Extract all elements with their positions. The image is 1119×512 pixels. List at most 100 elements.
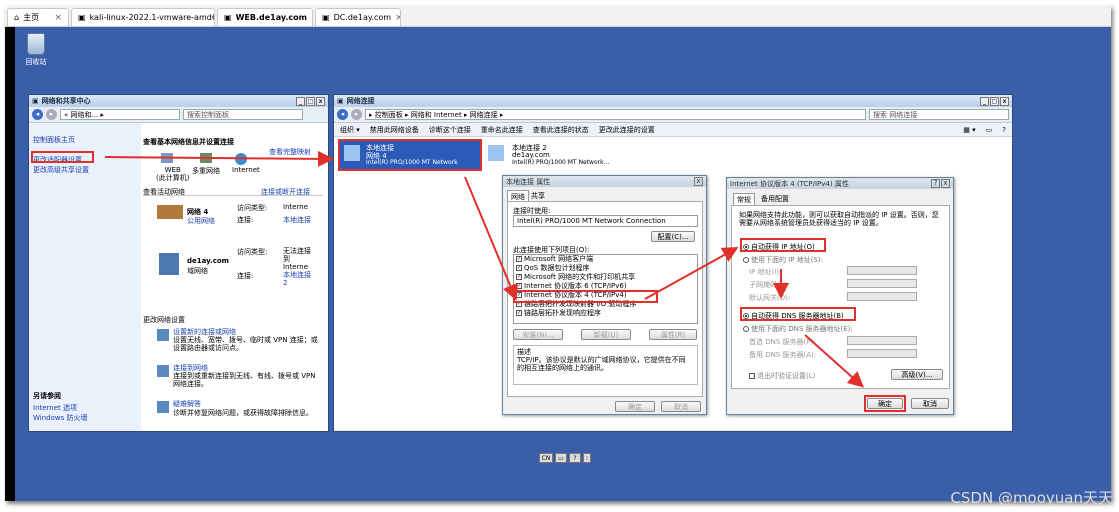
view-options-icon[interactable]: ▦ ▾: [963, 126, 975, 134]
forward-icon[interactable]: ▸: [46, 109, 57, 120]
checkbox[interactable]: [749, 373, 755, 379]
advanced-button[interactable]: 高级(V)...: [891, 369, 943, 380]
bench-icon: [157, 205, 183, 219]
recycle-bin[interactable]: 回收站: [21, 33, 51, 67]
tab-dc[interactable]: ▣ DC.de1ay.com ×: [315, 8, 401, 26]
domain-icon: [159, 253, 179, 275]
cancel-button[interactable]: 取消: [661, 401, 701, 412]
ipv4-dialog: Internet 协议版本 4 (TCP/IPv4) 属性 ? x 常规 备用配…: [726, 177, 954, 415]
gateway-label: 默认网关(D):: [749, 294, 791, 302]
conn-value[interactable]: 本地连接: [283, 215, 311, 225]
properties-button[interactable]: 属性(R): [649, 329, 697, 340]
task-desc: 设置无线、宽带、拨号、临时或 VPN 连接；或设置路由器或访问点。: [173, 336, 318, 352]
firewall-link[interactable]: Windows 防火墙: [33, 413, 87, 423]
language-indicator[interactable]: CN: [539, 453, 553, 463]
manual-dns-radio[interactable]: 使用下面的 DNS 服务器地址(E):: [743, 324, 853, 334]
radio[interactable]: [743, 326, 749, 332]
validate-checkbox[interactable]: 退出时验证设置(L): [749, 371, 815, 381]
search-input[interactable]: 搜索 网络连接: [869, 109, 1009, 120]
ip-address-label: IP 地址(I):: [749, 268, 782, 276]
toolbar-organize[interactable]: 组织 ▾: [340, 125, 360, 135]
map-node-web: WEB (此计算机): [156, 166, 190, 182]
close-icon[interactable]: x: [941, 179, 950, 188]
change-settings-heading: 更改网络设置: [143, 316, 185, 324]
sidebar-item-home[interactable]: 控制面板主页: [33, 135, 75, 145]
gateway-field[interactable]: [847, 292, 917, 301]
see-also-heading: 另请参阅: [33, 392, 61, 400]
vm-icon: ▣: [224, 13, 232, 22]
toolbar-change[interactable]: 更改此连接的设置: [599, 125, 655, 135]
forward-icon[interactable]: ▸: [351, 109, 362, 120]
options-icon[interactable]: ⁝: [583, 453, 591, 463]
minimize-icon[interactable]: _: [296, 96, 305, 106]
network-icon: ▣: [32, 97, 39, 105]
close-icon[interactable]: ×: [54, 13, 62, 23]
toolbar-diagnose[interactable]: 诊断这个连接: [429, 125, 471, 135]
adapter-local-2[interactable]: 本地连接 2 de1ay.com Intel(R) PRO/1000 MT Ne…: [484, 141, 634, 169]
checkbox[interactable]: ✓: [516, 283, 522, 289]
conn-label: 连接:: [237, 272, 254, 280]
tab-kali[interactable]: ▣ kali-linux-2022.1-vmware-amd64 ×: [71, 8, 215, 26]
tab-alternate[interactable]: 备用配置: [761, 194, 789, 204]
network-type: 域网络: [187, 267, 208, 275]
subnet-field[interactable]: [847, 279, 917, 288]
tab-web[interactable]: ▣ WEB.de1ay.com ×: [217, 8, 313, 26]
globe-icon: [235, 153, 247, 165]
conn-value[interactable]: 本地连接 2: [283, 271, 313, 287]
close-icon[interactable]: x: [694, 177, 703, 186]
toolbar-disable[interactable]: 禁用此网络设备: [370, 125, 419, 135]
manual-ip-radio[interactable]: 使用下面的 IP 地址(S):: [743, 255, 823, 265]
back-icon[interactable]: ◂: [337, 109, 348, 120]
keyboard-icon[interactable]: ▭: [555, 453, 567, 463]
ip-address-field[interactable]: [847, 266, 917, 275]
dialog-body: 网络 共享 连接时使用: Intel(R) PRO/1000 MT Networ…: [503, 187, 706, 415]
address-field[interactable]: ▸ 控制面板 ▸ 网络和 Internet ▸ 网络连接 ▸: [365, 109, 866, 120]
network-type[interactable]: 公用网络: [187, 216, 215, 226]
checkbox[interactable]: ✓: [516, 274, 522, 280]
list-item[interactable]: ✓ QoS 数据包计划程序: [514, 264, 697, 273]
minimize-icon[interactable]: _: [980, 96, 989, 106]
alternate-dns-field[interactable]: [847, 349, 917, 358]
ok-button[interactable]: 确定: [615, 401, 655, 412]
full-map-link[interactable]: 查看完整映射: [269, 147, 311, 157]
close-icon[interactable]: ×: [395, 13, 400, 23]
configure-button[interactable]: 配置(C)...: [651, 231, 695, 242]
list-item[interactable]: ✓ Microsoft 网络的文件和打印机共享: [514, 273, 697, 282]
help-icon[interactable]: ?: [931, 179, 940, 188]
task-desc: 诊断并修复网络问题，或获得故障排除信息。: [173, 409, 313, 417]
sidebar-item-sharing[interactable]: 更改高级共享设置: [33, 165, 89, 175]
uninstall-button[interactable]: 卸载(U): [581, 329, 631, 340]
preview-icon[interactable]: ▭: [986, 126, 993, 134]
back-icon[interactable]: ◂: [32, 109, 43, 120]
items-list: ✓ Microsoft 网络客户端 ✓ QoS 数据包计划程序 ✓ Microsoft…: [513, 254, 698, 324]
address-field[interactable]: « 网络和... ▸: [60, 109, 180, 120]
install-button[interactable]: 安装(N)...: [513, 329, 563, 340]
cancel-button[interactable]: 取消: [911, 398, 949, 409]
close-icon[interactable]: ×: [311, 13, 312, 23]
screenshot-frame: ⌂ 主页 × ▣ kali-linux-2022.1-vmware-amd64 …: [5, 5, 1111, 501]
checkbox[interactable]: ✓: [516, 256, 522, 262]
preferred-dns-field[interactable]: [847, 336, 917, 345]
tab-home[interactable]: ⌂ 主页 ×: [7, 8, 69, 26]
close-icon[interactable]: x: [1000, 96, 1009, 106]
help-icon[interactable]: ?: [569, 453, 581, 463]
help-icon[interactable]: ?: [1002, 126, 1006, 134]
radio[interactable]: [743, 257, 749, 263]
network-center-window: ▣ 网络和共享中心 _ □ x ◂ ▸ « 网络和... ▸ 搜索控制面板 控制面板…: [28, 94, 329, 432]
close-icon[interactable]: x: [316, 96, 325, 106]
map-node-internet: Internet: [232, 166, 260, 174]
search-input[interactable]: 搜索控制面板: [183, 109, 303, 120]
maximize-icon[interactable]: □: [306, 96, 315, 106]
checkbox[interactable]: ✓: [516, 265, 522, 271]
maximize-icon[interactable]: □: [990, 96, 999, 106]
internet-options-link[interactable]: Internet 选项: [33, 403, 77, 413]
address-bar: ◂ ▸ ▸ 控制面板 ▸ 网络和 Internet ▸ 网络连接 ▸ 搜索 网络…: [334, 107, 1012, 123]
list-item[interactable]: ✓ 链路层拓扑发现响应程序: [514, 309, 697, 318]
toolbar-status[interactable]: 查看此连接的状态: [533, 125, 589, 135]
checkbox[interactable]: ✓: [516, 310, 522, 316]
description-text: TCP/IP。该协议是默认的广域网络协议，它提供在不同的相互连接的网络上的通讯。: [517, 356, 686, 372]
toolbar-rename[interactable]: 重命名此连接: [481, 125, 523, 135]
tab-sharing[interactable]: 共享: [531, 191, 545, 201]
list-item[interactable]: ✓ Microsoft 网络客户端: [514, 255, 697, 264]
preferred-dns-label: 首选 DNS 服务器(P):: [749, 338, 816, 346]
